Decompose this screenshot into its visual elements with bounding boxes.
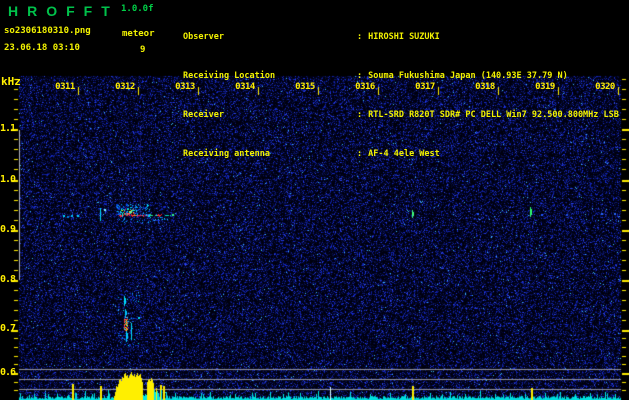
- x-tick-label: 0317: [415, 82, 435, 92]
- y-tick-label: 1.1: [0, 123, 16, 134]
- app-title: HROFFT: [8, 3, 119, 19]
- hrofft-output-image: HROFFT 1.0.0f so2306180310.png meteor 23…: [0, 0, 629, 400]
- info-label: Receiving Location: [183, 71, 276, 81]
- info-label: Receiver: [183, 110, 224, 120]
- x-tick-label: 0314: [235, 82, 255, 92]
- info-value: Souma Fukushima Japan (140.93E 37.79 N): [368, 71, 568, 81]
- info-separator: :: [357, 110, 363, 120]
- x-tick-label: 0312: [115, 82, 135, 92]
- info-value: RTL-SRD R820T SDR# PC DELL Win7 92.500.8…: [368, 110, 619, 120]
- app-version: 1.0.0f: [121, 4, 154, 14]
- output-filename: so2306180310.png: [4, 26, 91, 36]
- info-separator: :: [357, 149, 363, 159]
- x-tick-label: 0318: [475, 82, 495, 92]
- x-tick-label: 0313: [175, 82, 195, 92]
- y-tick-label: 0.6: [0, 367, 16, 378]
- info-row-antenna: Receiving antenna: AF-4 4ele West: [183, 148, 619, 161]
- info-row-observer: Observer: HIROSHI SUZUKI: [183, 31, 619, 44]
- info-separator: :: [357, 71, 363, 81]
- x-tick-label: 0320: [595, 82, 615, 92]
- x-tick-label: 0316: [355, 82, 375, 92]
- meteor-label: meteor: [122, 29, 155, 39]
- x-tick-label: 0315: [295, 82, 315, 92]
- y-tick-label: 1.0: [0, 174, 16, 185]
- station-info-block: Observer: HIROSHI SUZUKI Receiving Locati…: [183, 5, 619, 187]
- meteor-count: 9: [140, 45, 146, 55]
- capture-datetime: 23.06.18 03:10: [4, 43, 80, 53]
- info-label: Observer: [183, 32, 224, 42]
- info-separator: :: [357, 32, 363, 42]
- y-tick-label: 0.8: [0, 274, 16, 285]
- info-row-receiver: Receiver: RTL-SRD R820T SDR# PC DELL Win7…: [183, 109, 619, 122]
- info-value: HIROSHI SUZUKI: [368, 32, 440, 42]
- x-tick-label: 0319: [535, 82, 555, 92]
- x-tick-label: 0311: [55, 82, 75, 92]
- info-value: AF-4 4ele West: [368, 149, 440, 159]
- y-axis-unit-label: kHz: [1, 75, 21, 88]
- info-label: Receiving antenna: [183, 149, 270, 159]
- y-tick-label: 0.7: [0, 323, 16, 334]
- y-tick-label: 0.9: [0, 224, 16, 235]
